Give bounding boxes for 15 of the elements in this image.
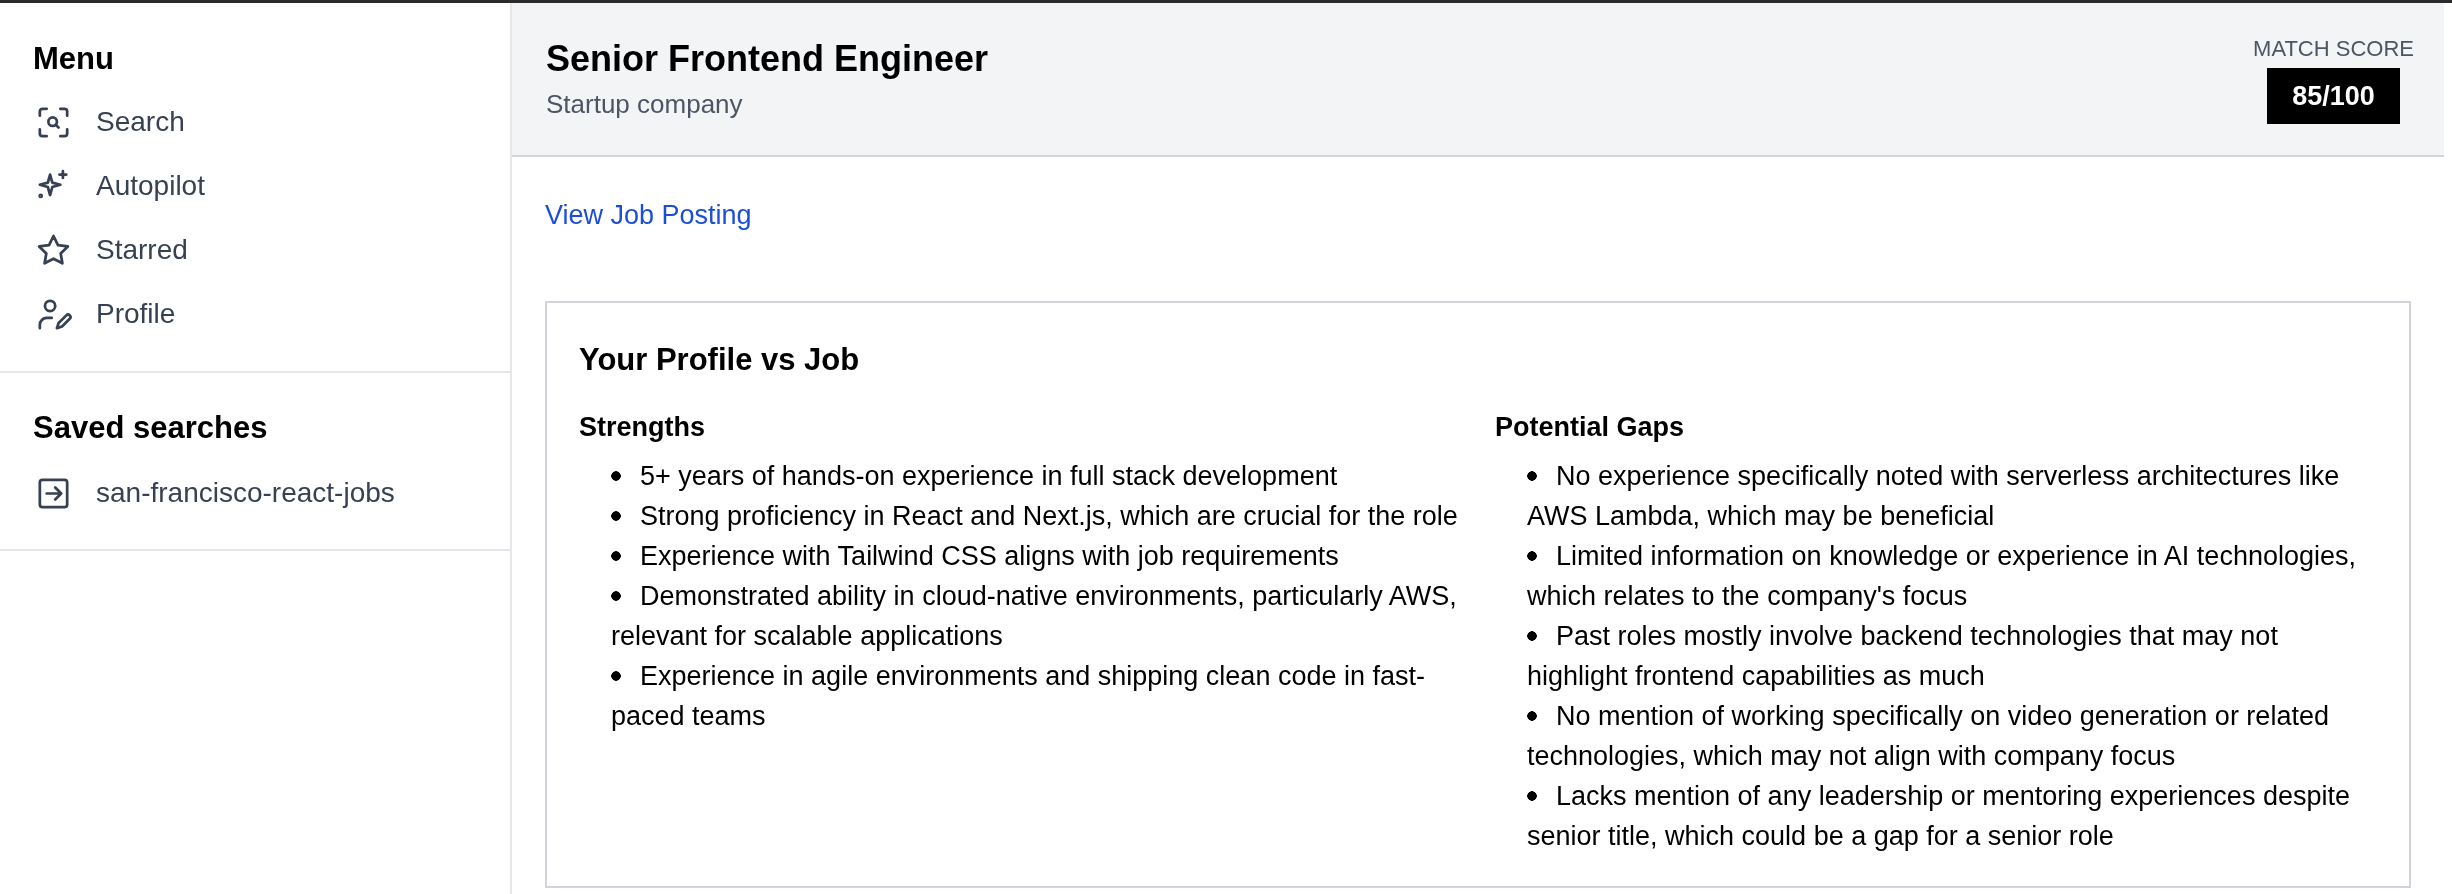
menu-heading: Menu	[33, 40, 115, 78]
saved-searches-heading: Saved searches	[33, 409, 269, 447]
sidebar-item[interactable]: Starred	[33, 218, 196, 282]
job-title: Senior Frontend Engineer	[546, 37, 989, 81]
match-score-label: MATCH SCORE	[2253, 35, 2414, 63]
sidebar-item[interactable]: Search	[33, 90, 193, 154]
card-title: Your Profile vs Job	[579, 341, 861, 379]
sidebar-item[interactable]: Profile	[33, 282, 184, 346]
column-heading: Potential Gaps	[1495, 411, 1686, 444]
saved-search-item[interactable]: san-francisco-react-jobs	[33, 461, 403, 525]
column-heading: Strengths	[579, 411, 706, 444]
match-score-badge: 85/100	[2267, 68, 2400, 124]
view-job-posting-link[interactable]: View Job Posting	[545, 197, 752, 233]
company-name: Startup company	[546, 88, 744, 121]
sidebar-item[interactable]: Autopilot	[33, 154, 213, 218]
